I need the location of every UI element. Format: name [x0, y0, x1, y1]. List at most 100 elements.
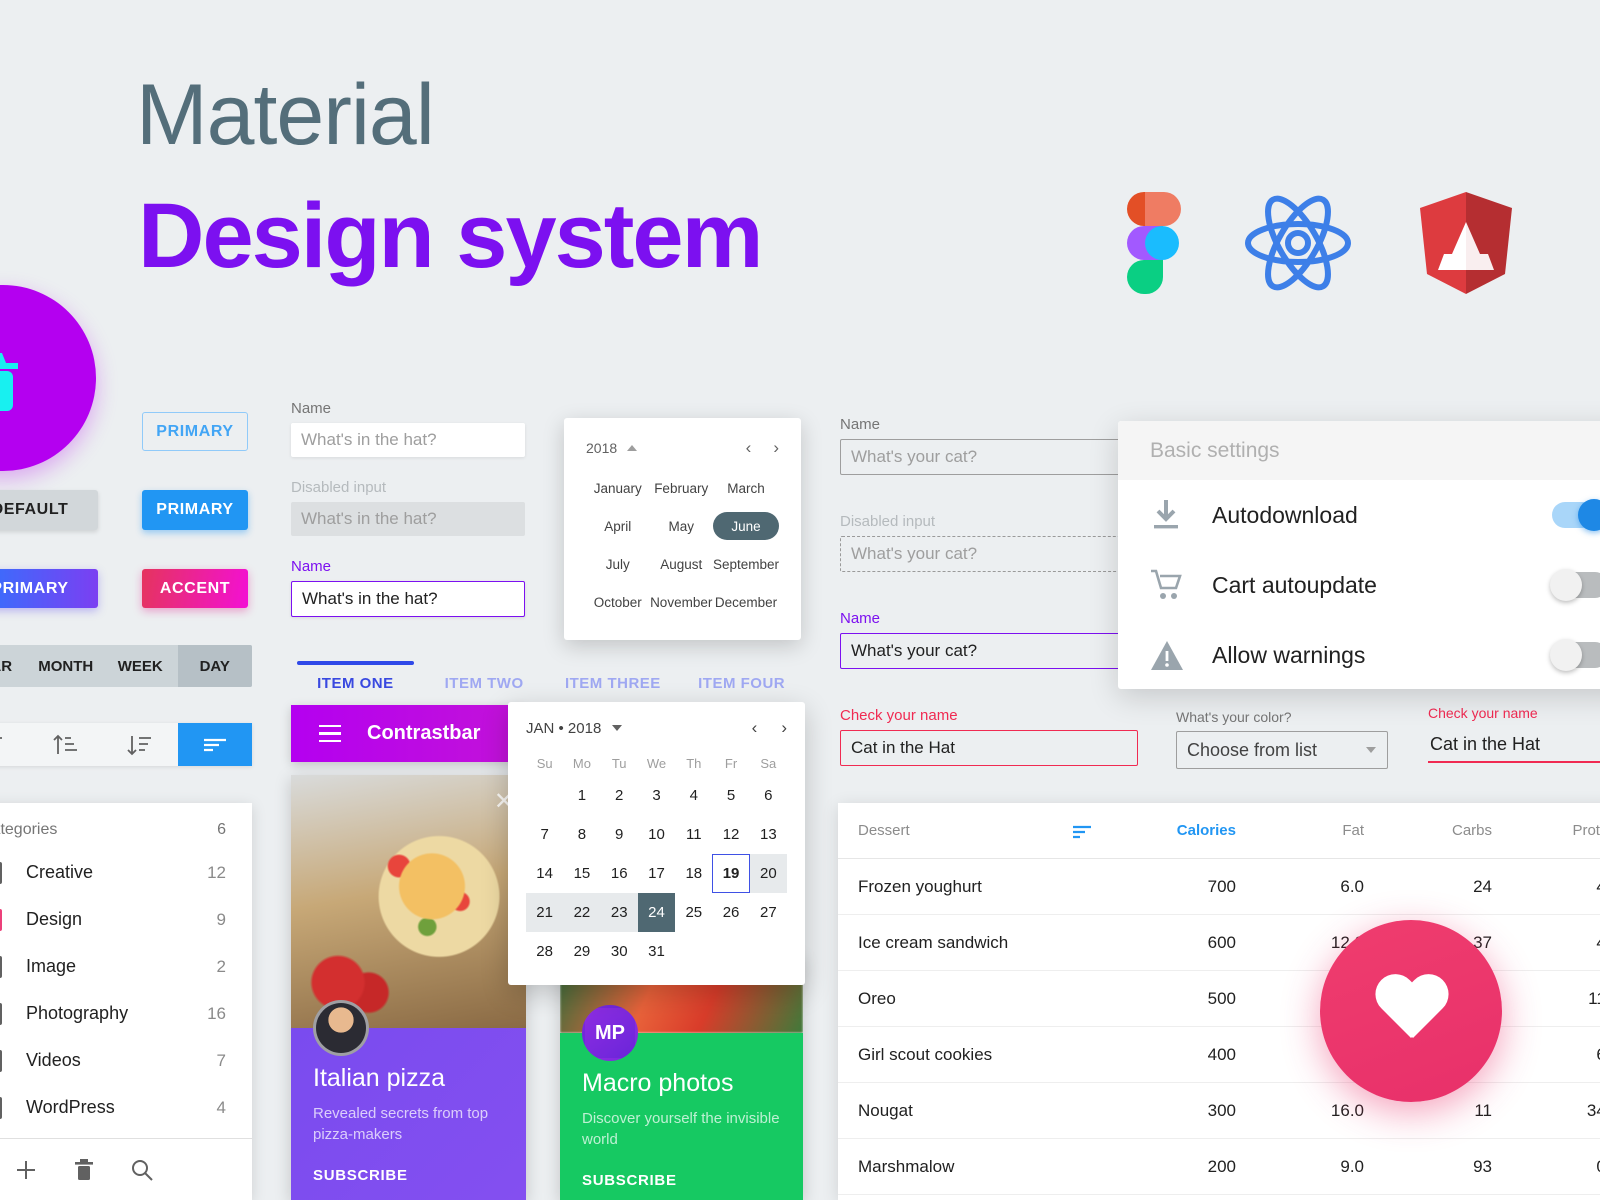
column-header-carbs[interactable]: Carbs	[1364, 822, 1492, 839]
calendar-day[interactable]: 5	[712, 776, 749, 815]
sort-lines-icon[interactable]	[177, 723, 252, 766]
month-cell[interactable]: February	[649, 474, 712, 502]
calendar-day[interactable]: 17	[638, 854, 675, 893]
list-item[interactable]: Image 2	[0, 943, 252, 990]
calendar-day[interactable]: 3	[638, 776, 675, 815]
date-picker-month-year[interactable]: JAN • 2018	[526, 720, 601, 737]
toggle-allow-warnings[interactable]	[1550, 639, 1600, 671]
calendar-day[interactable]: 16	[601, 854, 638, 893]
calendar-day[interactable]: 23	[600, 893, 638, 932]
month-cell-selected[interactable]: June	[712, 512, 779, 540]
calendar-day[interactable]: 10	[638, 815, 675, 854]
settings-row-warnings[interactable]: Allow warnings	[1118, 620, 1600, 689]
calendar-day[interactable]: 2	[601, 776, 638, 815]
calendar-day[interactable]: 11	[675, 815, 712, 854]
month-cell[interactable]: July	[586, 550, 649, 578]
column-header-calories[interactable]: Calories	[1073, 822, 1236, 839]
error-input[interactable]	[840, 730, 1138, 766]
calendar-day[interactable]: 15	[563, 854, 600, 893]
calendar-day[interactable]: 26	[712, 893, 749, 932]
calendar-day[interactable]: 30	[601, 932, 638, 971]
month-cell[interactable]: September	[713, 550, 779, 578]
toggle-month[interactable]: MONTH	[29, 645, 104, 687]
calendar-day[interactable]: 9	[601, 815, 638, 854]
calendar-day[interactable]: 25	[675, 893, 712, 932]
calendar-day[interactable]: 12	[712, 815, 749, 854]
month-cell[interactable]: May	[649, 512, 712, 540]
column-header-protein[interactable]: Protein	[1492, 822, 1600, 839]
error-underline-input[interactable]	[1428, 727, 1600, 763]
delete-icon[interactable]	[74, 1158, 94, 1182]
chevron-left-icon[interactable]: ‹	[752, 718, 758, 738]
month-cell[interactable]: August	[649, 550, 712, 578]
subscribe-button[interactable]: SUBSCRIBE	[313, 1167, 504, 1184]
focused-input[interactable]	[291, 581, 525, 617]
month-cell[interactable]: April	[586, 512, 649, 540]
month-cell[interactable]: January	[586, 474, 649, 502]
tab-item-two[interactable]: ITEM TWO	[420, 675, 549, 698]
subscribe-button[interactable]: SUBSCRIBE	[582, 1172, 781, 1189]
sort-amount-desc-icon[interactable]	[0, 723, 29, 766]
calendar-day[interactable]: 4	[675, 776, 712, 815]
checkbox-design[interactable]	[0, 908, 2, 931]
toggle-day[interactable]: DAY	[177, 645, 252, 687]
checkbox-image[interactable]	[0, 955, 2, 978]
color-select[interactable]: Choose from list	[1176, 731, 1388, 769]
checkbox-wordpress[interactable]	[0, 1096, 2, 1119]
settings-row-cart[interactable]: Cart autoupdate	[1118, 550, 1600, 620]
add-icon[interactable]	[14, 1158, 38, 1182]
table-row[interactable]: Marshmalow 200 9.0 93 0.8	[838, 1139, 1600, 1195]
chevron-up-icon[interactable]	[626, 444, 638, 452]
primary-outline-button[interactable]: PRIMARY	[142, 412, 248, 451]
chevron-left-icon[interactable]: ‹	[746, 438, 752, 458]
calendar-day[interactable]: 6	[750, 776, 787, 815]
toggle-autodownload[interactable]	[1552, 499, 1600, 531]
calendar-day[interactable]: 28	[526, 932, 563, 971]
primary-gradient-button[interactable]: PRIMARY	[0, 569, 98, 608]
checkbox-videos[interactable]	[0, 1049, 2, 1072]
toggle-cart-autoupdate[interactable]	[1550, 569, 1600, 601]
calendar-day[interactable]: 18	[675, 854, 712, 893]
list-item[interactable]: Creative 12	[0, 849, 252, 896]
primary-raised-button[interactable]: PRIMARY	[142, 490, 248, 530]
checkbox-photography[interactable]	[0, 1002, 2, 1025]
list-item[interactable]: Videos 7	[0, 1037, 252, 1084]
list-item[interactable]: Photography 16	[0, 990, 252, 1037]
calendar-day[interactable]: 8	[563, 815, 600, 854]
toggle-year[interactable]: YEAR	[0, 645, 29, 687]
toggle-week[interactable]: WEEK	[103, 645, 178, 687]
search-icon[interactable]	[130, 1158, 154, 1182]
name-input[interactable]	[291, 423, 525, 457]
accent-button[interactable]: ACCENT	[142, 569, 248, 608]
month-picker-year[interactable]: 2018	[586, 440, 617, 456]
table-row[interactable]: Frozen youghurt 700 6.0 24 4.0	[838, 859, 1600, 915]
column-header-dessert[interactable]: Dessert	[838, 822, 1108, 839]
calendar-day-today[interactable]: 19	[712, 854, 750, 893]
tab-item-one[interactable]: ITEM ONE	[291, 661, 420, 698]
list-item[interactable]: WordPress 4	[0, 1084, 252, 1131]
calendar-day[interactable]: 21	[526, 893, 564, 932]
tab-bar[interactable]: ITEM ONE ITEM TWO ITEM THREE ITEM FOUR	[291, 652, 806, 698]
calendar-day[interactable]: 22	[563, 893, 601, 932]
tab-item-three[interactable]: ITEM THREE	[549, 675, 678, 698]
favorite-fab[interactable]	[1320, 920, 1502, 1102]
month-cell[interactable]: October	[586, 588, 649, 616]
calendar-day[interactable]: 13	[750, 815, 787, 854]
table-row[interactable]: Nougat 300 16.0 11 34.2	[838, 1083, 1600, 1139]
calendar-day[interactable]: 1	[563, 776, 600, 815]
default-button[interactable]: DEFAULT	[0, 490, 98, 530]
calendar-day-selected[interactable]: 24	[637, 893, 676, 932]
calendar-day[interactable]: 14	[526, 854, 563, 893]
column-header-fat[interactable]: Fat	[1236, 822, 1364, 839]
calendar-day[interactable]: 7	[526, 815, 563, 854]
hamburger-icon[interactable]	[319, 720, 341, 748]
sort-descending-icon[interactable]	[103, 723, 178, 766]
list-item[interactable]: Design 9	[0, 896, 252, 943]
sort-toolbar[interactable]	[0, 723, 252, 766]
chevron-right-icon[interactable]: ›	[781, 718, 787, 738]
month-cell[interactable]: December	[713, 588, 779, 616]
month-cell[interactable]: March	[713, 474, 779, 502]
tab-item-four[interactable]: ITEM FOUR	[677, 675, 806, 698]
delete-fab[interactable]	[0, 285, 96, 471]
checkbox-creative[interactable]	[0, 861, 2, 884]
